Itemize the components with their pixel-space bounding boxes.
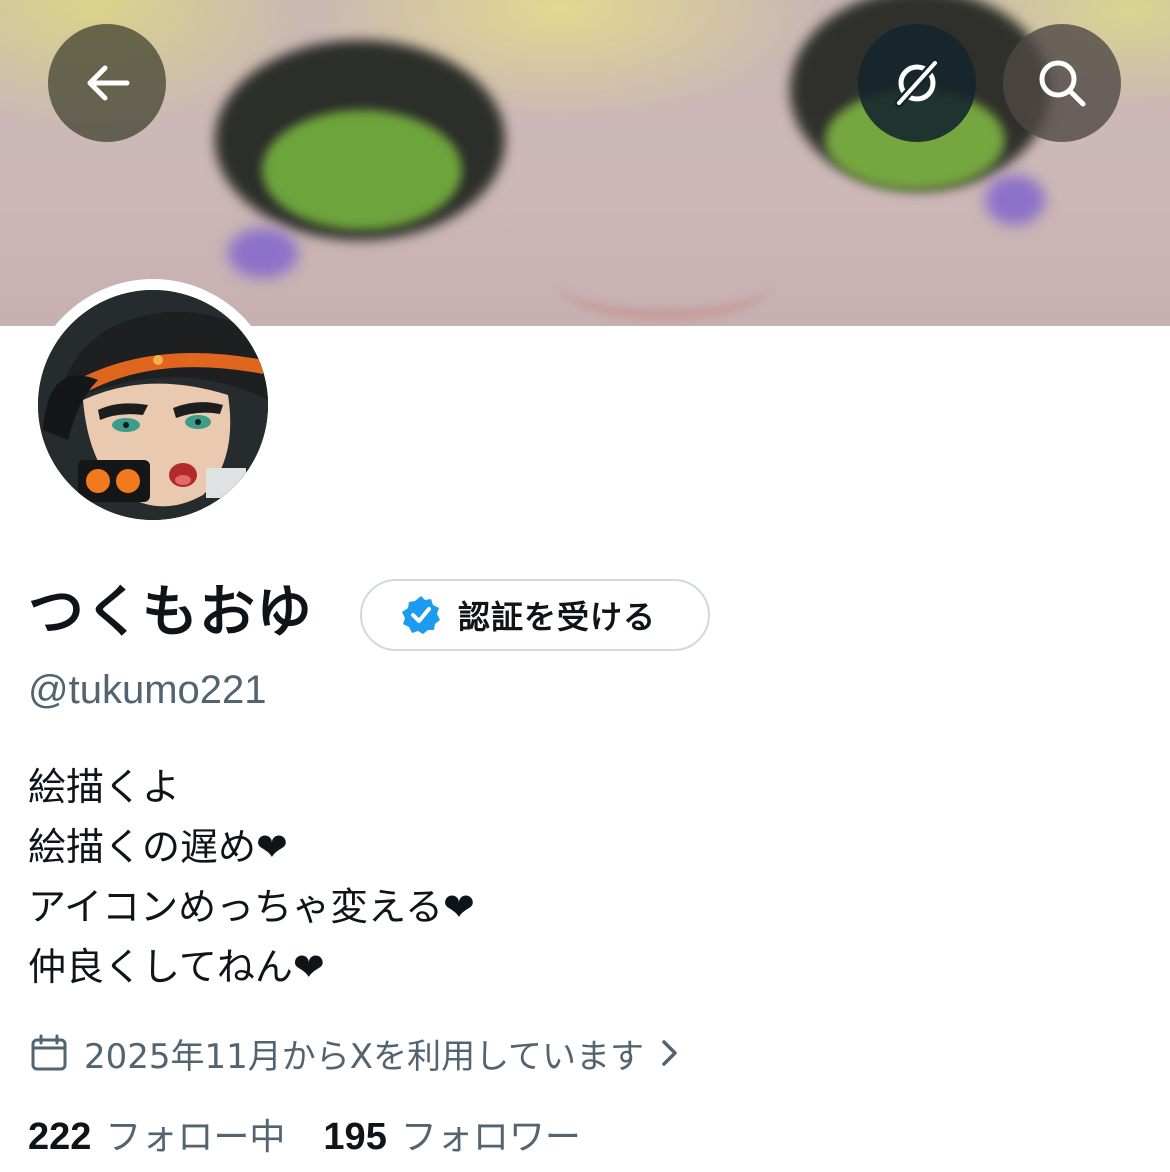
- display-name: つくもおゆ: [28, 580, 313, 645]
- banner-blush-right: [985, 175, 1045, 225]
- search-icon: [1039, 60, 1086, 107]
- get-verified-button[interactable]: 認証を受ける: [360, 579, 710, 651]
- verified-badge-icon: [402, 596, 440, 634]
- following-link[interactable]: 222 フォロー中: [28, 1112, 285, 1163]
- chevron-right-icon: [662, 1040, 677, 1066]
- get-verified-label: 認証を受ける: [458, 598, 657, 636]
- bio-line: 絵描くの遅め❤: [28, 825, 288, 869]
- profile-banner[interactable]: [0, 0, 1170, 326]
- banner-blush-left: [228, 228, 298, 278]
- following-count: 222: [28, 1116, 92, 1158]
- following-label: フォロー中: [105, 1117, 286, 1158]
- banner-iris-left: [262, 110, 462, 230]
- back-button[interactable]: [48, 24, 166, 142]
- grok-icon: [894, 58, 940, 108]
- grok-button[interactable]: [858, 24, 976, 142]
- joined-date-row[interactable]: 2025年11月からXを利用しています: [30, 1028, 680, 1078]
- followers-count: 195: [323, 1116, 387, 1158]
- avatar-image: [38, 290, 268, 520]
- bio: 絵描くよ 絵描くの遅め❤ アイコンめっちゃ変える❤ 仲良くしてねん❤: [28, 757, 475, 997]
- bio-line: アイコンめっちゃ変える❤: [28, 885, 475, 929]
- bio-line: 絵描くよ: [28, 765, 181, 809]
- user-handle: @tukumo221: [28, 668, 267, 712]
- search-button[interactable]: [1003, 24, 1121, 142]
- calendar-icon: [31, 1034, 67, 1071]
- bio-line: 仲良くしてねん❤: [28, 945, 325, 989]
- followers-label: フォロワー: [400, 1117, 581, 1158]
- avatar[interactable]: [27, 279, 279, 531]
- followers-link[interactable]: 195 フォロワー: [323, 1112, 580, 1163]
- follow-stats: 222 フォロー中 195 フォロワー: [28, 1112, 581, 1163]
- joined-date-text: 2025年11月からXを利用しています: [84, 1036, 645, 1077]
- banner-mouth: [560, 250, 770, 320]
- arrow-left-icon: [87, 65, 130, 101]
